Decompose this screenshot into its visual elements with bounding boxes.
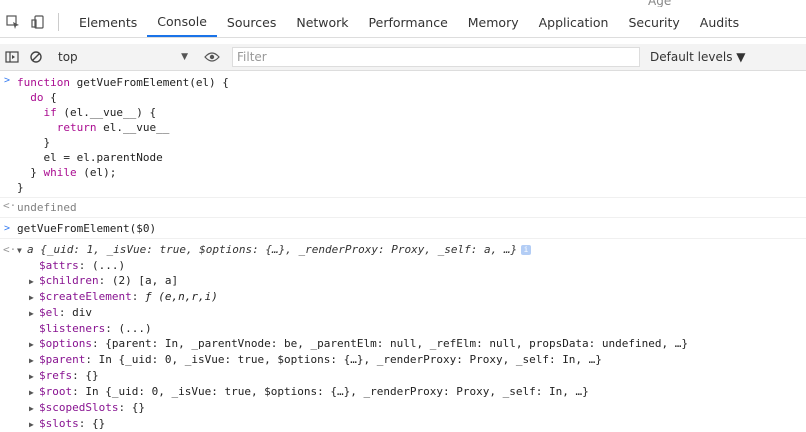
expand-triangle-icon[interactable]: ▶ — [29, 353, 39, 368]
object-property-row[interactable]: $listeners: (...) — [17, 321, 806, 336]
prompt-chevron-icon: > — [4, 223, 11, 234]
code-line: getVueFromElement($0) — [17, 222, 157, 235]
tab-audits[interactable]: Audits — [690, 7, 749, 37]
property-key: $el — [39, 306, 59, 319]
property-value: div — [72, 306, 92, 319]
property-value: (...) — [118, 322, 152, 335]
console-toolbar: top ▼ Filter Default levels ▼ — [0, 44, 806, 71]
property-value: {} — [131, 401, 145, 414]
expand-triangle-icon[interactable]: ▶ — [29, 306, 39, 321]
expand-triangle-icon[interactable]: ▶ — [29, 369, 39, 384]
property-value: ƒ (e,n,r,i) — [144, 290, 218, 303]
live-expression-eye-icon[interactable] — [200, 45, 224, 69]
clear-console-icon[interactable] — [24, 45, 48, 69]
expand-triangle-icon[interactable]: ▶ — [29, 401, 39, 416]
expand-triangle-icon[interactable]: ▶ — [29, 417, 39, 432]
context-selector-value: top — [58, 50, 78, 64]
result-arrow-icon: <· — [3, 199, 17, 212]
device-toolbar-icon[interactable] — [26, 9, 52, 35]
devtools-topbar: Age Elements Console Sources Network Per… — [0, 0, 806, 44]
property-separator: : — [105, 322, 119, 335]
tab-performance[interactable]: Performance — [359, 7, 458, 37]
property-key: $scopedSlots — [39, 401, 119, 414]
code-line: return el.__vue__ — [56, 121, 170, 134]
expand-triangle-icon[interactable]: ▶ — [29, 290, 39, 305]
property-separator: : — [78, 259, 92, 272]
code-line: if (el.__vue__) { — [43, 106, 157, 119]
show-sidebar-icon[interactable] — [0, 45, 24, 69]
property-value: {} — [92, 417, 106, 430]
property-value: (...) — [92, 259, 126, 272]
console-output: > function getVueFromElement(el) { do { i… — [0, 71, 806, 432]
object-property-row[interactable]: ▶ $children: (2) [a, a] — [17, 273, 806, 289]
inspect-element-icon[interactable] — [0, 9, 26, 35]
property-key: $createElement — [39, 290, 132, 303]
tab-security[interactable]: Security — [618, 7, 689, 37]
property-value: In {_uid: 0, _isVue: true, $options: {…}… — [85, 385, 589, 398]
property-value: {} — [85, 369, 99, 382]
expand-triangle-icon[interactable]: ▶ — [29, 385, 39, 400]
property-key: $children — [39, 274, 99, 287]
default-levels-dropdown[interactable]: Default levels ▼ — [650, 50, 746, 64]
code-line: } — [17, 181, 24, 194]
tab-elements[interactable]: Elements — [69, 7, 147, 37]
property-value: {parent: In, _parentVnode: be, _parentEl… — [105, 337, 689, 350]
object-header[interactable]: ▼ a {_uid: 1, _isVue: true, $options: {…}… — [17, 242, 806, 258]
property-separator: : — [58, 306, 73, 319]
tab-separator — [58, 13, 59, 31]
object-preview: a {_uid: 1, _isVue: true, $options: {…},… — [27, 243, 518, 256]
tab-memory[interactable]: Memory — [458, 7, 529, 37]
object-property-row[interactable]: ▶ $slots: {} — [17, 416, 806, 432]
object-property-row[interactable]: $attrs: (...) — [17, 258, 806, 273]
property-separator: : — [85, 353, 99, 366]
object-property-row[interactable]: ▶ $refs: {} — [17, 368, 806, 384]
code-line: function getVueFromElement(el) { — [17, 76, 229, 89]
object-property-row[interactable]: ▶ $el: div — [17, 305, 806, 321]
property-separator: : — [72, 369, 86, 382]
property-separator: : — [72, 385, 86, 398]
property-key: $root — [39, 385, 73, 398]
property-separator: : — [78, 417, 92, 430]
filter-input[interactable]: Filter — [232, 47, 640, 67]
tab-application[interactable]: Application — [529, 7, 619, 37]
tab-console[interactable]: Console — [147, 7, 217, 37]
object-property-row[interactable]: ▶ $parent: In {_uid: 0, _isVue: true, $op… — [17, 352, 806, 368]
expand-triangle-icon[interactable]: ▶ — [29, 274, 39, 289]
console-result-entry: <· undefined — [0, 198, 806, 218]
info-icon[interactable]: i — [521, 245, 532, 255]
code-line: el = el.parentNode — [17, 151, 163, 164]
tab-sources[interactable]: Sources — [217, 7, 286, 37]
console-input-entry: > getVueFromElement($0) — [0, 218, 806, 239]
expand-triangle-icon[interactable]: ▶ — [29, 337, 39, 352]
object-property-row[interactable]: ▶ $createElement: ƒ (e,n,r,i) — [17, 289, 806, 305]
property-separator: : — [98, 274, 112, 287]
context-selector[interactable]: top ▼ — [52, 47, 194, 67]
property-key: $listeners — [39, 322, 106, 335]
object-property-row[interactable]: ▶ $options: {parent: In, _parentVnode: be… — [17, 336, 806, 352]
object-property-row[interactable]: ▶ $root: In {_uid: 0, _isVue: true, $opti… — [17, 384, 806, 400]
property-value: In {_uid: 0, _isVue: true, $options: {…}… — [98, 353, 602, 366]
expand-triangle-icon[interactable]: ▼ — [17, 243, 27, 258]
console-input-entry: > function getVueFromElement(el) { do { i… — [0, 73, 806, 198]
property-key: $refs — [39, 369, 73, 382]
property-key: $options — [39, 337, 92, 350]
code-line: } — [17, 136, 51, 149]
result-value: undefined — [17, 201, 77, 214]
code-line: do { — [30, 91, 57, 104]
console-object-entry: <· ▼ a {_uid: 1, _isVue: true, $options: {… — [0, 239, 806, 432]
object-property-row[interactable]: ▶ $scopedSlots: {} — [17, 400, 806, 416]
property-key: $attrs — [39, 259, 79, 272]
property-separator: : — [118, 401, 132, 414]
result-arrow-icon: <· — [3, 243, 17, 256]
prompt-chevron-icon: > — [4, 75, 11, 86]
panel-tabs: Elements Console Sources Network Perform… — [0, 7, 806, 38]
property-separator: : — [91, 337, 106, 350]
property-key: $slots — [39, 417, 79, 430]
property-value: (2) [a, a] — [111, 274, 179, 287]
property-separator: : — [131, 290, 145, 303]
tab-network[interactable]: Network — [286, 7, 358, 37]
code-line: } while (el); — [17, 166, 117, 179]
property-key: $parent — [39, 353, 86, 366]
caret-down-icon: ▼ — [181, 52, 188, 62]
